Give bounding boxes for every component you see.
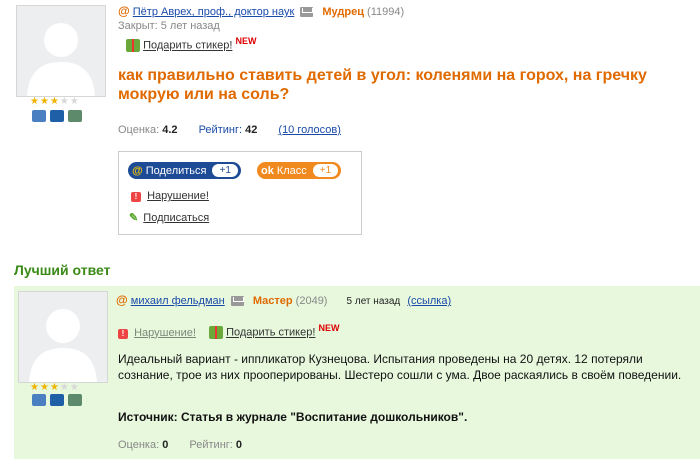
star-icon: ★: [69, 382, 79, 393]
answer-author-rank: Мастер: [252, 295, 293, 307]
new-badge: NEW: [235, 36, 257, 46]
share-count: +1: [212, 164, 238, 177]
author-icons: [32, 110, 82, 122]
violation-link[interactable]: Нарушение!: [147, 190, 209, 202]
question-text: как правильно ставить детей в угол: коле…: [118, 67, 647, 103]
answer-text: Идеальный вариант - иппликатор Кузнецова…: [118, 352, 682, 382]
question-author-link[interactable]: Пётр Аврех, проф., доктор наук: [133, 6, 295, 18]
share-label: Поделиться: [145, 164, 207, 177]
new-badge: NEW: [318, 323, 340, 333]
video-icon[interactable]: [68, 394, 82, 406]
camera-icon[interactable]: [50, 110, 64, 122]
question-author-points: (11994): [367, 6, 405, 18]
mail-at-icon: @: [118, 4, 130, 18]
class-count: +1: [312, 164, 339, 177]
star-icon: ★: [39, 96, 49, 107]
question-rating-row: Оценка: 4.2 Рейтинг: 42 (10 голосов): [118, 124, 341, 136]
author-avatar[interactable]: [16, 5, 106, 97]
odnoklassniki-icon: ok: [261, 164, 274, 177]
camera-icon[interactable]: [50, 394, 64, 406]
answer-actions-row: ! Нарушение! Подарить стикер! NEW: [118, 323, 340, 340]
answer-author-points: (2049): [295, 295, 328, 307]
score-value: 0: [162, 439, 169, 451]
mail-at-icon: @: [116, 293, 128, 307]
answer-permalink[interactable]: (ссылка): [407, 295, 451, 307]
answer-violation-link[interactable]: Нарушение!: [134, 327, 196, 339]
star-icon: ★: [69, 96, 79, 107]
video-icon[interactable]: [68, 110, 82, 122]
class-button[interactable]: ok Класс +1: [257, 162, 342, 179]
rating-label: Рейтинг:: [189, 439, 233, 451]
envelope-icon[interactable]: [230, 296, 244, 307]
rating-value: 42: [245, 124, 258, 136]
warning-icon: !: [131, 192, 141, 202]
question-author-rank: Мудрец: [322, 6, 364, 18]
star-icon: ★: [30, 96, 39, 107]
answer-source: Источник: Статья в журнале "Воспитание д…: [118, 410, 468, 424]
gift-icon: [209, 326, 224, 340]
envelope-icon[interactable]: [300, 7, 314, 18]
user-icon[interactable]: [32, 394, 46, 406]
answer-author-icons: [32, 394, 82, 406]
share-box: @ Поделиться +1 ok Класс +1 ! Нарушение!…: [118, 151, 362, 235]
warning-icon: !: [118, 328, 128, 339]
answer-time: 5 лет назад: [346, 296, 401, 307]
star-icon: ★: [49, 96, 59, 107]
class-label: Класс: [276, 164, 307, 177]
star-icon: ★: [59, 96, 69, 107]
score-label: Оценка:: [118, 124, 160, 136]
subscribe-icon: ✎: [129, 212, 139, 224]
score-label: Оценка:: [118, 439, 160, 451]
answer-author-level-stars: ★ ★ ★ ★ ★: [30, 383, 79, 393]
answer-author-avatar[interactable]: [18, 291, 108, 383]
answer-author-link[interactable]: михаил фельдман: [131, 295, 225, 307]
star-icon: ★: [30, 382, 39, 393]
answer-sticker-link[interactable]: Подарить стикер!: [226, 327, 315, 339]
share-button[interactable]: @ Поделиться +1: [128, 162, 241, 179]
author-level-stars: ★ ★ ★ ★ ★: [30, 97, 79, 107]
mailru-icon: @: [132, 164, 143, 177]
best-answer-title: Лучший ответ: [14, 262, 111, 278]
star-icon: ★: [49, 382, 59, 393]
votes-link[interactable]: (10 голосов): [278, 124, 341, 136]
gift-icon: [126, 39, 140, 53]
star-icon: ★: [59, 382, 69, 393]
score-value: 4.2: [162, 124, 178, 136]
answer-rating-row: Оценка: 0 Рейтинг: 0: [118, 439, 242, 451]
answer-author-line: @ михаил фельдман Мастер (2049) 5 лет на…: [116, 293, 451, 307]
rating-label: Рейтинг:: [198, 124, 243, 136]
subscribe-link[interactable]: Подписаться: [143, 212, 209, 224]
question-closed-status: Закрыт: 5 лет назад: [118, 20, 220, 32]
question-sticker-row: Подарить стикер! NEW: [126, 36, 257, 53]
user-icon[interactable]: [32, 110, 46, 122]
rating-value: 0: [235, 439, 243, 451]
question-sticker-link[interactable]: Подарить стикер!: [143, 40, 232, 52]
star-icon: ★: [39, 382, 49, 393]
question-author-line: @ Пётр Аврех, проф., доктор наук Мудрец …: [118, 4, 404, 18]
